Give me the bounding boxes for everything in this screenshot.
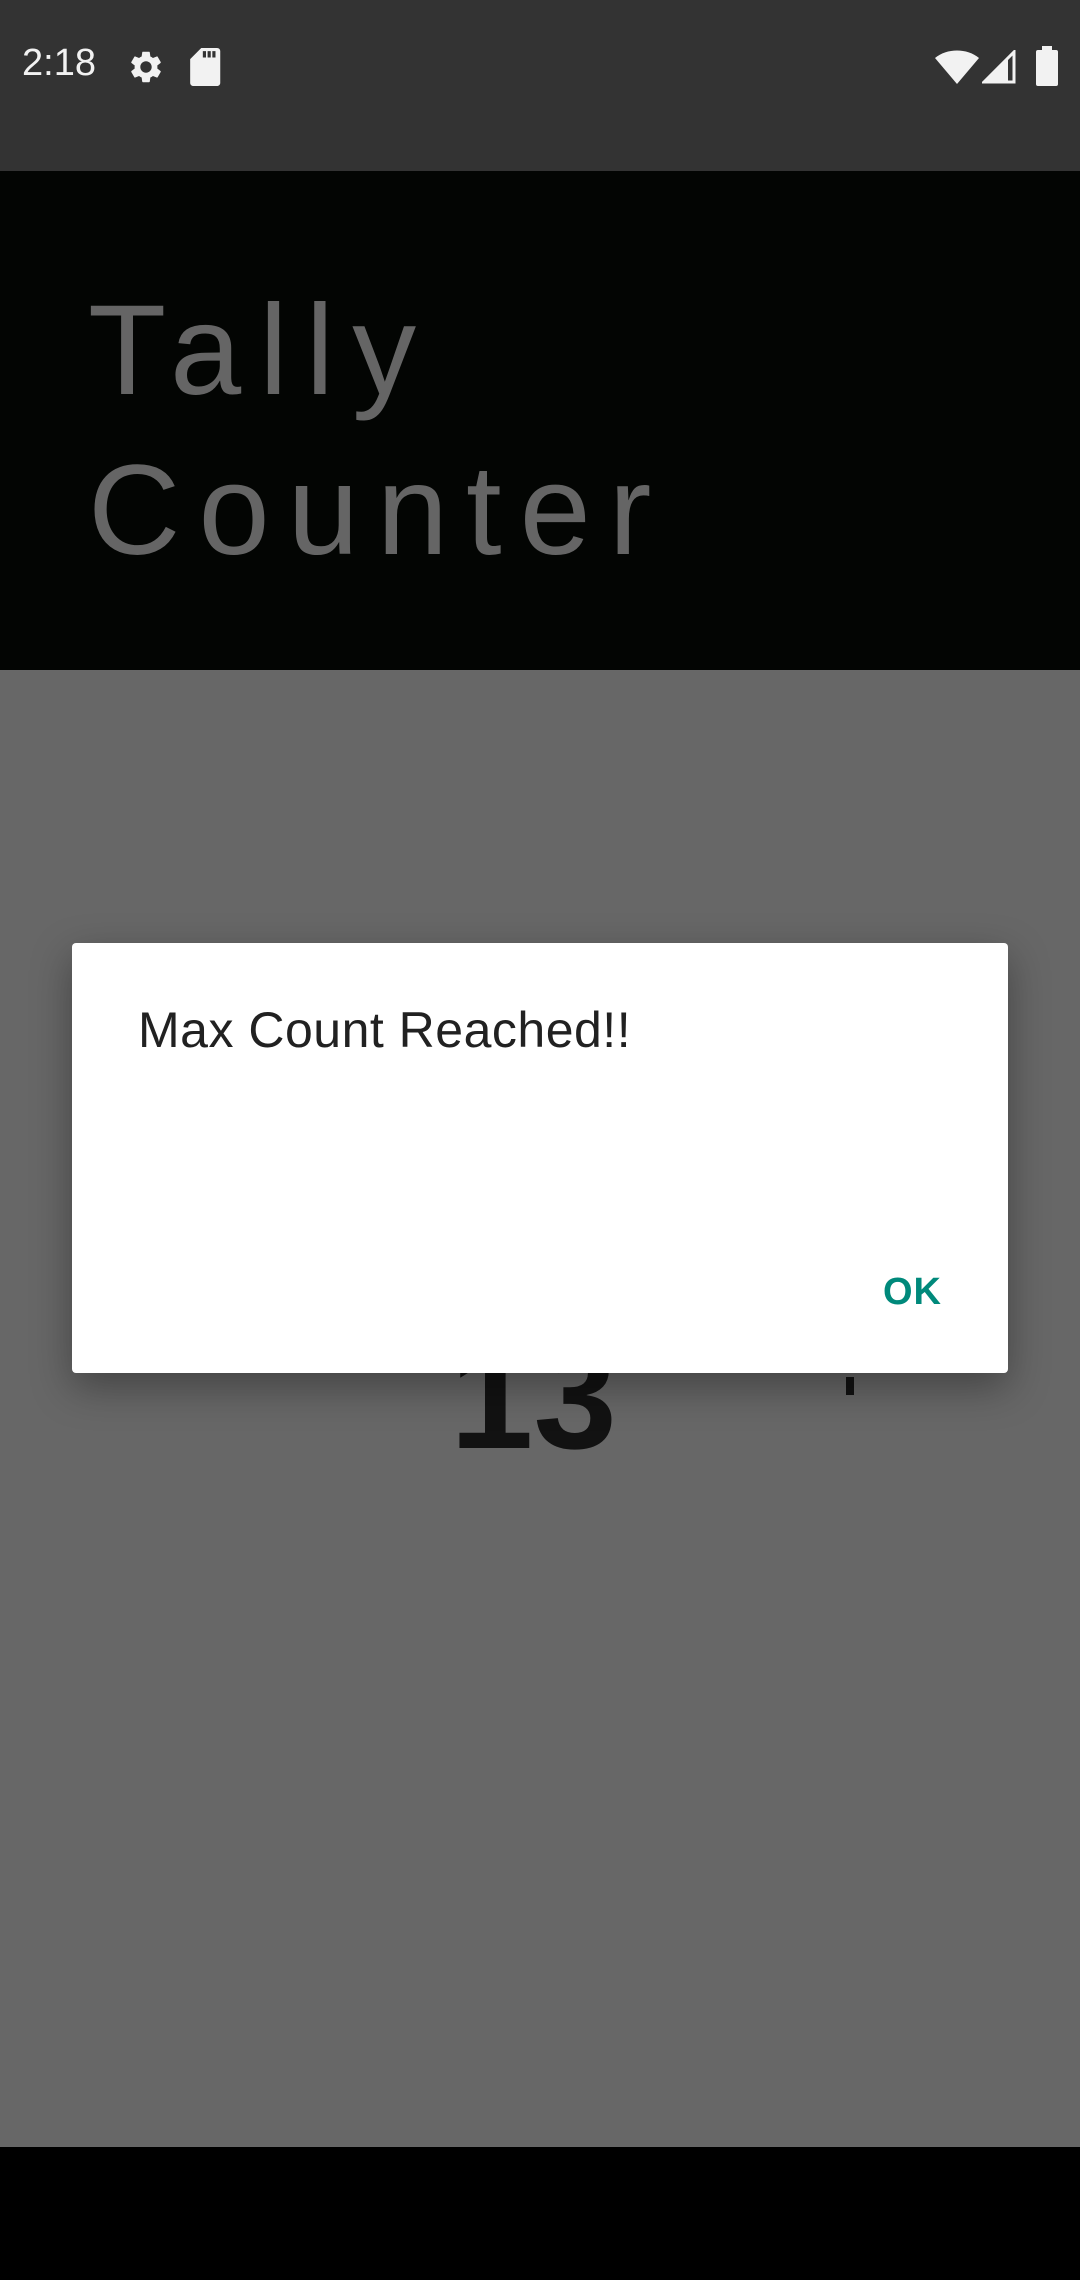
status-bar: 2:18 xyxy=(0,0,1080,171)
status-time: 2:18 xyxy=(22,42,96,84)
navigation-bar xyxy=(0,2147,1080,2280)
battery-icon xyxy=(1036,46,1058,91)
app-title: Tally Counter xyxy=(88,279,670,582)
screen: 2:18 Tally Counter 13 Max Count Reached!… xyxy=(0,0,1080,2280)
wifi-icon xyxy=(935,50,979,89)
gear-icon xyxy=(127,48,165,91)
sd-card-icon xyxy=(190,48,222,91)
max-count-dialog: Max Count Reached!! OK xyxy=(72,943,1008,1373)
ok-button[interactable]: OK xyxy=(883,1271,942,1314)
dialog-title: Max Count Reached!! xyxy=(138,1002,632,1058)
app-bar: Tally Counter xyxy=(0,171,1080,670)
count-button-fragment xyxy=(846,1377,854,1395)
signal-icon xyxy=(980,48,1016,89)
counter-content: 13 xyxy=(0,670,1080,2147)
